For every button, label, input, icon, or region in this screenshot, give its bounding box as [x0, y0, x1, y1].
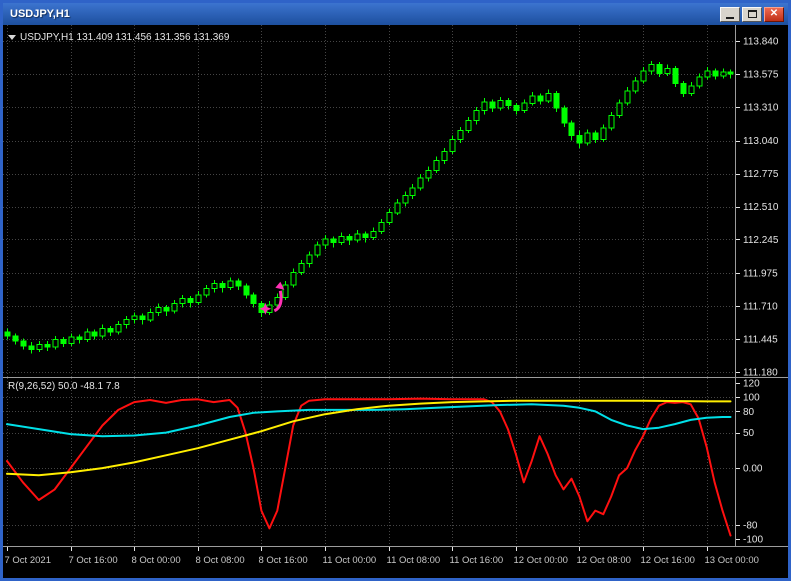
svg-text:113.310: 113.310 — [743, 103, 779, 114]
svg-text:0.00: 0.00 — [743, 464, 763, 475]
svg-text:50: 50 — [743, 428, 755, 439]
svg-text:111.710: 111.710 — [743, 302, 778, 313]
svg-text:12 Oct 16:00: 12 Oct 16:00 — [641, 555, 695, 566]
svg-text:113.575: 113.575 — [743, 70, 779, 81]
ohlc-label: USDJPY,H1 131.409 131.456 131.356 131.36… — [8, 32, 229, 43]
window-controls: ✕ — [720, 6, 788, 22]
svg-text:111.445: 111.445 — [743, 335, 778, 346]
svg-text:8 Oct 16:00: 8 Oct 16:00 — [259, 555, 308, 566]
svg-text:80: 80 — [743, 407, 755, 418]
svg-text:13 Oct 00:00: 13 Oct 00:00 — [705, 555, 759, 566]
svg-text:112.510: 112.510 — [743, 202, 779, 213]
one-click-trading-icon[interactable] — [8, 35, 16, 40]
svg-text:-80: -80 — [743, 520, 758, 531]
svg-text:11 Oct 08:00: 11 Oct 08:00 — [387, 555, 441, 566]
minimize-icon — [726, 16, 734, 19]
svg-text:7 Oct 2021: 7 Oct 2021 — [5, 555, 51, 566]
chart-client-area: 113.840 113.575 113.310 113.040 112.775 112.5… — [3, 25, 788, 578]
svg-text:111.975: 111.975 — [743, 269, 778, 280]
svg-text:120: 120 — [743, 379, 760, 390]
svg-text:11 Oct 00:00: 11 Oct 00:00 — [323, 555, 377, 566]
app-window: USDJPY,H1 ✕ 113.840 113.575 113.310 113.040… — [0, 0, 791, 581]
svg-text:11 Oct 16:00: 11 Oct 16:00 — [450, 555, 504, 566]
svg-text:8 Oct 08:00: 8 Oct 08:00 — [196, 555, 245, 566]
minimize-button[interactable] — [720, 6, 740, 22]
maximize-button[interactable] — [742, 6, 762, 22]
svg-text:112.775: 112.775 — [743, 169, 779, 180]
svg-text:8 Oct 00:00: 8 Oct 00:00 — [132, 555, 181, 566]
svg-text:12 Oct 08:00: 12 Oct 08:00 — [577, 555, 631, 566]
indicator-label: R(9,26,52) 50.0 -48.1 7.8 — [8, 381, 120, 392]
ohlc-label-text: USDJPY,H1 131.409 131.456 131.356 131.36… — [20, 32, 230, 43]
svg-text:113.040: 113.040 — [743, 136, 779, 147]
svg-text:12 Oct 00:00: 12 Oct 00:00 — [514, 555, 568, 566]
close-button[interactable]: ✕ — [764, 6, 784, 22]
svg-text:7 Oct 16:00: 7 Oct 16:00 — [69, 555, 118, 566]
maximize-icon — [747, 10, 757, 18]
window-title: USDJPY,H1 — [10, 8, 70, 20]
svg-text:113.840: 113.840 — [743, 37, 779, 48]
close-icon: ✕ — [769, 8, 779, 19]
svg-text:-100: -100 — [743, 535, 763, 546]
svg-text:111.180: 111.180 — [743, 368, 778, 379]
indicator-label-text: R(9,26,52) 50.0 -48.1 7.8 — [8, 381, 120, 392]
svg-text:112.245: 112.245 — [743, 235, 779, 246]
price-chart[interactable]: 113.840 113.575 113.310 113.040 112.775 112.5… — [3, 25, 788, 578]
svg-text:100: 100 — [743, 393, 760, 404]
title-bar[interactable]: USDJPY,H1 ✕ — [3, 3, 788, 25]
